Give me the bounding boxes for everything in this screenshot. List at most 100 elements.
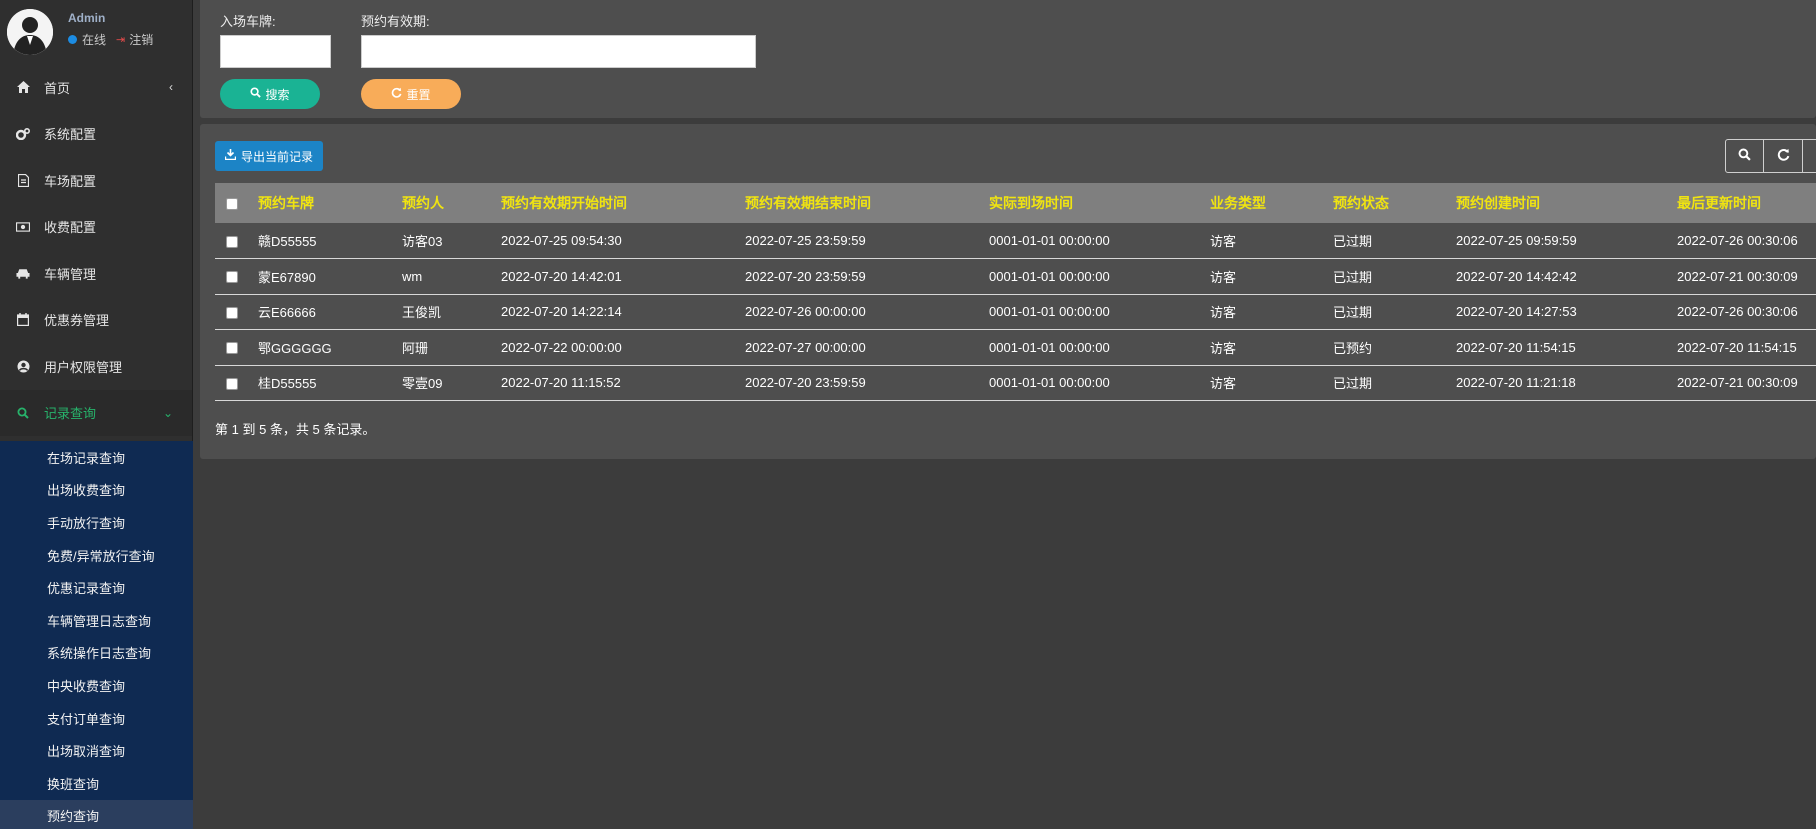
submenu-item[interactable]: 优惠记录查询 [0, 571, 193, 604]
cell-type: 访客 [1210, 365, 1333, 401]
row-checkbox[interactable] [226, 342, 238, 355]
filter-panel: 入场车牌: 预约有效期: 搜索 重置 [200, 0, 1816, 118]
avatar[interactable] [7, 9, 53, 55]
table-row[interactable]: 云E66666 王俊凯 2022-07-20 14:22:14 2022-07-… [215, 294, 1816, 330]
cell-person: 王俊凯 [402, 294, 501, 330]
column-header[interactable]: 预约人 [402, 183, 501, 223]
submenu-item[interactable]: 出场取消查询 [0, 734, 193, 767]
row-checkbox[interactable] [226, 235, 238, 248]
download-icon [224, 149, 237, 163]
refresh-icon [1777, 148, 1790, 164]
logout-link[interactable]: 注销 [129, 31, 153, 48]
search-button[interactable]: 搜索 [220, 79, 320, 109]
nav-label: 首页 [44, 80, 71, 96]
column-header[interactable]: 预约状态 [1333, 183, 1456, 223]
submenu-item[interactable]: 在场记录查询 [0, 441, 193, 474]
car-icon [16, 266, 30, 280]
submenu-item[interactable]: 免费/异常放行查询 [0, 539, 193, 572]
column-header[interactable]: 预约创建时间 [1456, 183, 1677, 223]
column-header[interactable]: 实际到场时间 [989, 183, 1210, 223]
money-icon [16, 220, 30, 234]
submenu-item[interactable]: 支付订单查询 [0, 702, 193, 735]
online-status: 在线 [82, 32, 107, 47]
table-row[interactable]: 桂D55555 零壹09 2022-07-20 11:15:52 2022-07… [215, 365, 1816, 401]
user-circle-icon [16, 359, 30, 373]
table-row[interactable]: 赣D55555 访客03 2022-07-25 09:54:30 2022-07… [215, 223, 1816, 259]
nav-item-records[interactable]: 记录查询 ⌄ [0, 389, 192, 436]
row-checkbox[interactable] [226, 377, 238, 390]
export-button[interactable]: 导出当前记录 [215, 141, 324, 171]
cell-person: 零壹09 [402, 365, 501, 401]
cell-arrival: 0001-01-01 00:00:00 [989, 294, 1210, 330]
column-header[interactable]: 业务类型 [1210, 183, 1333, 223]
gears-icon [16, 127, 30, 141]
column-header[interactable]: 预约车牌 [258, 183, 402, 223]
validity-label: 预约有效期: [361, 14, 430, 29]
nav-item-vehicle[interactable]: 车辆管理 [0, 250, 192, 297]
plate-label: 入场车牌: [220, 14, 276, 29]
cell-end: 2022-07-26 00:00:00 [745, 294, 989, 330]
plate-input[interactable] [220, 35, 331, 68]
column-header[interactable]: 预约有效期结束时间 [745, 183, 989, 223]
nav-item-charge[interactable]: 收费配置 [0, 204, 192, 251]
file-icon [16, 173, 30, 187]
cell-plate: 蒙E67890 [258, 258, 402, 295]
cell-created: 2022-07-20 14:27:53 [1456, 294, 1677, 330]
submenu-item[interactable]: 手动放行查询 [0, 506, 193, 539]
nav-item-home[interactable]: 首页 ‹ [0, 64, 192, 111]
cell-person: 阿珊 [402, 329, 501, 366]
table-search-button[interactable] [1725, 139, 1764, 173]
user-name: Admin [68, 10, 106, 25]
submenu-item[interactable]: 中央收费查询 [0, 669, 193, 702]
nav-label: 用户权限管理 [44, 359, 123, 375]
validity-input[interactable] [361, 35, 756, 68]
column-header[interactable]: 最后更新时间 [1677, 183, 1816, 223]
nav-item-coupon[interactable]: 优惠券管理 [0, 297, 192, 344]
cell-updated: 2022-07-20 11:54:15 [1677, 329, 1816, 366]
submenu-item-reservation[interactable]: 预约查询 [0, 799, 193, 829]
refresh-icon [391, 87, 402, 101]
reservation-table: 预约车牌 预约人 预约有效期开始时间 预约有效期结束时间 实际到场时间 业务类型… [215, 183, 1816, 401]
cell-created: 2022-07-25 09:59:59 [1456, 223, 1677, 259]
logout-icon[interactable]: ⇥ [116, 33, 125, 46]
submenu-item[interactable]: 系统操作日志查询 [0, 637, 193, 670]
chevron-left-icon: ‹ [169, 80, 173, 95]
reset-button[interactable]: 重置 [361, 79, 461, 109]
nav-item-parking[interactable]: 车场配置 [0, 157, 192, 204]
calendar-icon [16, 313, 30, 327]
online-status-icon [68, 34, 77, 44]
cell-created: 2022-07-20 11:21:18 [1456, 365, 1677, 401]
table-columns-button[interactable] [1803, 139, 1816, 173]
cell-start: 2022-07-22 00:00:00 [501, 329, 745, 366]
nav-item-system[interactable]: 系统配置 [0, 111, 192, 158]
cell-updated: 2022-07-21 00:30:09 [1677, 258, 1816, 295]
submenu-item[interactable]: 换班查询 [0, 767, 193, 800]
cell-arrival: 0001-01-01 00:00:00 [989, 258, 1210, 295]
nav-label: 收费配置 [44, 220, 97, 236]
home-icon [16, 80, 30, 94]
table-toolbar [1725, 139, 1816, 173]
cell-start: 2022-07-20 14:22:14 [501, 294, 745, 330]
cell-status: 已预约 [1333, 329, 1456, 366]
select-all-checkbox[interactable] [226, 198, 238, 211]
column-header[interactable]: 预约有效期开始时间 [501, 183, 745, 223]
table-row[interactable]: 蒙E67890 wm 2022-07-20 14:42:01 2022-07-2… [215, 258, 1816, 295]
row-checkbox[interactable] [226, 306, 238, 319]
cell-end: 2022-07-20 23:59:59 [745, 258, 989, 295]
cell-updated: 2022-07-21 00:30:09 [1677, 365, 1816, 401]
submenu-item[interactable]: 车辆管理日志查询 [0, 604, 193, 637]
cell-start: 2022-07-20 14:42:01 [501, 258, 745, 295]
cell-status: 已过期 [1333, 258, 1456, 295]
cell-type: 访客 [1210, 329, 1333, 366]
cell-updated: 2022-07-26 00:30:06 [1677, 294, 1816, 330]
cell-status: 已过期 [1333, 365, 1456, 401]
cell-end: 2022-07-20 23:59:59 [745, 365, 989, 401]
search-icon [1738, 148, 1751, 164]
table-row[interactable]: 鄂GGGGGG 阿珊 2022-07-22 00:00:00 2022-07-2… [215, 329, 1816, 366]
submenu-item[interactable]: 出场收费查询 [0, 474, 193, 507]
cell-plate: 赣D55555 [258, 223, 402, 259]
row-checkbox[interactable] [226, 271, 238, 284]
table-refresh-button[interactable] [1764, 139, 1803, 173]
nav-item-permission[interactable]: 用户权限管理 [0, 343, 192, 390]
cell-arrival: 0001-01-01 00:00:00 [989, 329, 1210, 366]
